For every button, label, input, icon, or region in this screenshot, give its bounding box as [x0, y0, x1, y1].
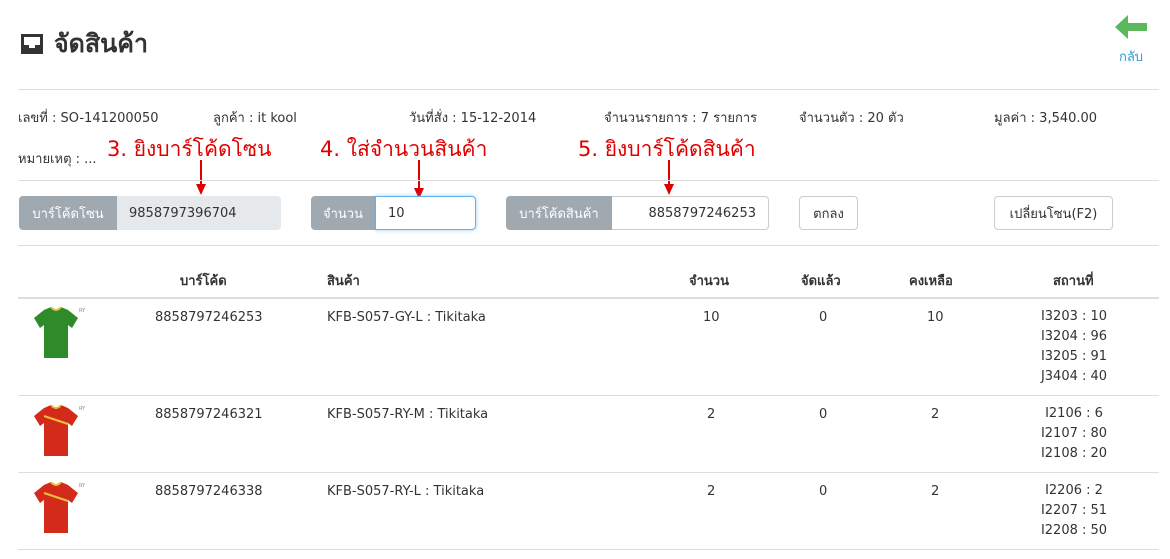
row-picked: 0	[819, 310, 828, 325]
zone-barcode-label: บาร์โค้ดโซน	[19, 196, 117, 230]
location-item: I2107 : 80	[1040, 426, 1108, 441]
row-barcode: 8858797246338	[155, 484, 263, 499]
column-header-barcode: บาร์โค้ด	[180, 274, 227, 289]
back-button[interactable]: กลับ	[1108, 14, 1154, 67]
location-item: I3205 : 91	[1040, 349, 1108, 364]
column-header-location: สถานที่	[1053, 274, 1094, 289]
order-item-count: จำนวนรายการ : 7 รายการ	[604, 111, 758, 126]
location-item: I2106 : 6	[1045, 406, 1103, 421]
divider	[18, 472, 1159, 473]
row-picked: 0	[819, 484, 828, 499]
annotation-step-3: 3. ยิงบาร์โค้ดโซน	[107, 137, 272, 161]
annotation-arrow-icon	[196, 160, 206, 195]
row-locations: I3203 : 10 I3204 : 96 I3205 : 91 J3404 :…	[1029, 307, 1119, 387]
row-product: KFB-S057-RY-M : Tikitaka	[327, 407, 489, 422]
order-date: วันที่สั่ง : 15-12-2014	[409, 111, 537, 126]
row-remaining: 2	[931, 407, 940, 422]
product-barcode-input[interactable]: 8858797246253	[612, 196, 769, 230]
ok-button[interactable]: ตกลง	[799, 196, 858, 230]
order-unit-count: จำนวนตัว : 20 ตัว	[799, 111, 904, 126]
location-item: I2108 : 20	[1040, 446, 1108, 461]
row-remaining: 2	[931, 484, 940, 499]
svg-text:RY: RY	[79, 308, 85, 314]
page-header: จัดสินค้า	[18, 24, 148, 64]
row-product: KFB-S057-RY-L : Tikitaka	[327, 484, 485, 499]
row-barcode: 8858797246253	[155, 310, 263, 325]
divider	[18, 180, 1159, 181]
order-value: มูลค่า : 3,540.00	[994, 111, 1098, 126]
location-item: I2206 : 2	[1045, 483, 1103, 498]
annotation-arrow-icon	[664, 160, 674, 195]
divider	[18, 245, 1159, 246]
row-locations: I2106 : 6 I2107 : 80 I2108 : 20	[1029, 404, 1119, 464]
quantity-label: จำนวน	[311, 196, 375, 230]
quantity-group: จำนวน 10	[311, 196, 476, 230]
annotation-step-4: 4. ใส่จำนวนสินค้า	[320, 137, 488, 161]
inbox-icon	[21, 34, 43, 54]
divider	[18, 297, 1159, 299]
zone-barcode-input[interactable]: 9858797396704	[117, 196, 281, 230]
product-barcode-group: บาร์โค้ดสินค้า 8858797246253	[506, 196, 769, 230]
column-header-quantity: จำนวน	[689, 274, 729, 289]
row-remaining: 10	[927, 310, 944, 325]
order-number: เลขที่ : SO-141200050	[18, 111, 159, 126]
row-locations: I2206 : 2 I2207 : 51 I2208 : 50	[1029, 481, 1119, 541]
row-quantity: 2	[707, 407, 716, 422]
divider	[18, 395, 1159, 396]
row-picked: 0	[819, 407, 828, 422]
order-customer: ลูกค้า : it kool	[213, 111, 297, 126]
back-label: กลับ	[1118, 50, 1144, 65]
order-note: หมายเหตุ : ...	[18, 152, 97, 167]
product-thumbnail-shirt-icon: RY	[34, 306, 85, 358]
divider	[18, 549, 1159, 550]
svg-text:RY: RY	[79, 483, 85, 489]
row-product: KFB-S057-GY-L : Tikitaka	[327, 310, 486, 325]
location-item: I2207 : 51	[1040, 503, 1108, 518]
row-barcode: 8858797246321	[155, 407, 263, 422]
product-thumbnail-shirt-icon: RY	[34, 404, 85, 456]
change-zone-button[interactable]: เปลี่ยนโซน(F2)	[994, 196, 1113, 230]
column-header-product: สินค้า	[327, 274, 360, 289]
product-thumbnail-shirt-icon: RY	[34, 481, 85, 533]
svg-text:RY: RY	[79, 406, 85, 412]
location-item: I3204 : 96	[1040, 329, 1108, 344]
location-item: J3404 : 40	[1040, 369, 1108, 384]
row-quantity: 2	[707, 484, 716, 499]
row-quantity: 10	[703, 310, 720, 325]
product-barcode-label: บาร์โค้ดสินค้า	[506, 196, 612, 230]
location-item: I3203 : 10	[1040, 309, 1108, 324]
zone-barcode-group: บาร์โค้ดโซน 9858797396704	[19, 196, 281, 230]
quantity-input[interactable]: 10	[375, 196, 476, 230]
location-item: I2208 : 50	[1040, 523, 1108, 538]
arrow-left-icon	[1115, 15, 1147, 39]
divider	[18, 89, 1159, 90]
column-header-remaining: คงเหลือ	[909, 274, 953, 289]
column-header-picked: จัดแล้ว	[801, 274, 841, 289]
page-title: จัดสินค้า	[54, 29, 148, 58]
